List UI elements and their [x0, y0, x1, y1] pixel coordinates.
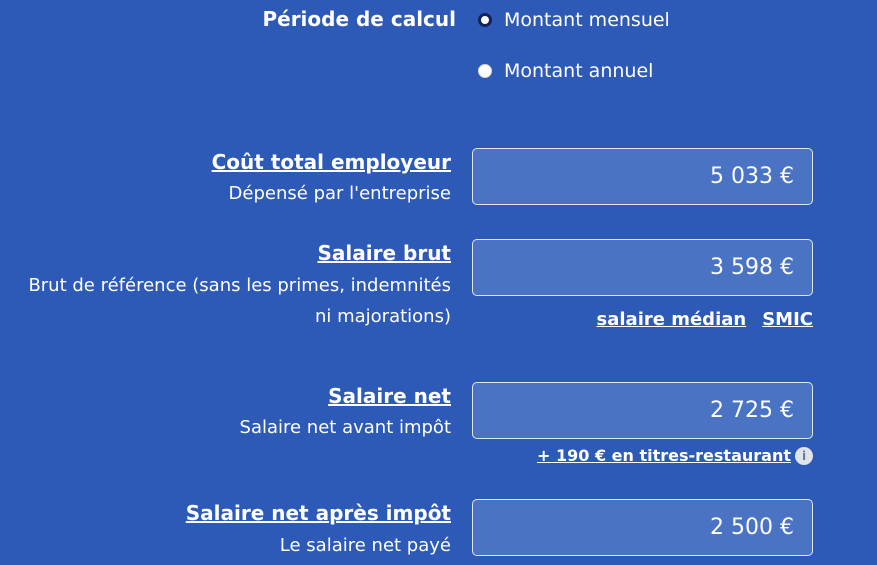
cout-total-title[interactable]: Coût total employeur: [212, 150, 451, 174]
salaire-brut-input[interactable]: [473, 254, 796, 281]
radio-monthly[interactable]: Montant mensuel: [478, 9, 670, 31]
radio-monthly-label: Montant mensuel: [504, 9, 670, 31]
salaire-median-link[interactable]: salaire médian: [597, 309, 747, 330]
salaire-net-apres-impot-field[interactable]: [472, 499, 813, 556]
radio-checked-icon[interactable]: [478, 13, 492, 27]
cout-total-field[interactable]: [472, 148, 813, 205]
salaire-brut-subtitle: Brut de référence (sans les primes, inde…: [28, 275, 451, 327]
info-icon[interactable]: i: [795, 446, 813, 465]
radio-yearly-label: Montant annuel: [504, 60, 654, 82]
radio-yearly[interactable]: Montant annuel: [478, 60, 653, 82]
salaire-net-apres-impot-subtitle: Le salaire net payé: [279, 535, 451, 556]
brut-links: salaire médian SMIC: [597, 309, 813, 330]
salaire-net-apres-impot-title[interactable]: Salaire net après impôt: [186, 501, 451, 525]
cout-total-subtitle: Dépensé par l'entreprise: [228, 183, 451, 204]
smic-link[interactable]: SMIC: [762, 309, 813, 330]
salaire-net-subtitle: Salaire net avant impôt: [239, 417, 451, 438]
salaire-net-input[interactable]: [473, 397, 796, 424]
salaire-net-apres-impot-input[interactable]: [473, 514, 796, 541]
radio-unchecked-icon[interactable]: [478, 64, 492, 78]
salaire-brut-field[interactable]: [472, 239, 813, 296]
salary-simulator: Période de calcul Montant mensuel Montan…: [0, 0, 877, 565]
titres-restaurant-link[interactable]: + 190 € en titres-restaurant: [537, 446, 791, 465]
cout-total-input[interactable]: [473, 163, 796, 190]
salaire-net-field[interactable]: [472, 382, 813, 439]
salaire-brut-title[interactable]: Salaire brut: [318, 241, 451, 265]
salaire-net-title[interactable]: Salaire net: [328, 384, 451, 408]
period-label: Période de calcul: [262, 7, 456, 31]
titres-restaurant: + 190 € en titres-restaurant i: [537, 446, 813, 465]
